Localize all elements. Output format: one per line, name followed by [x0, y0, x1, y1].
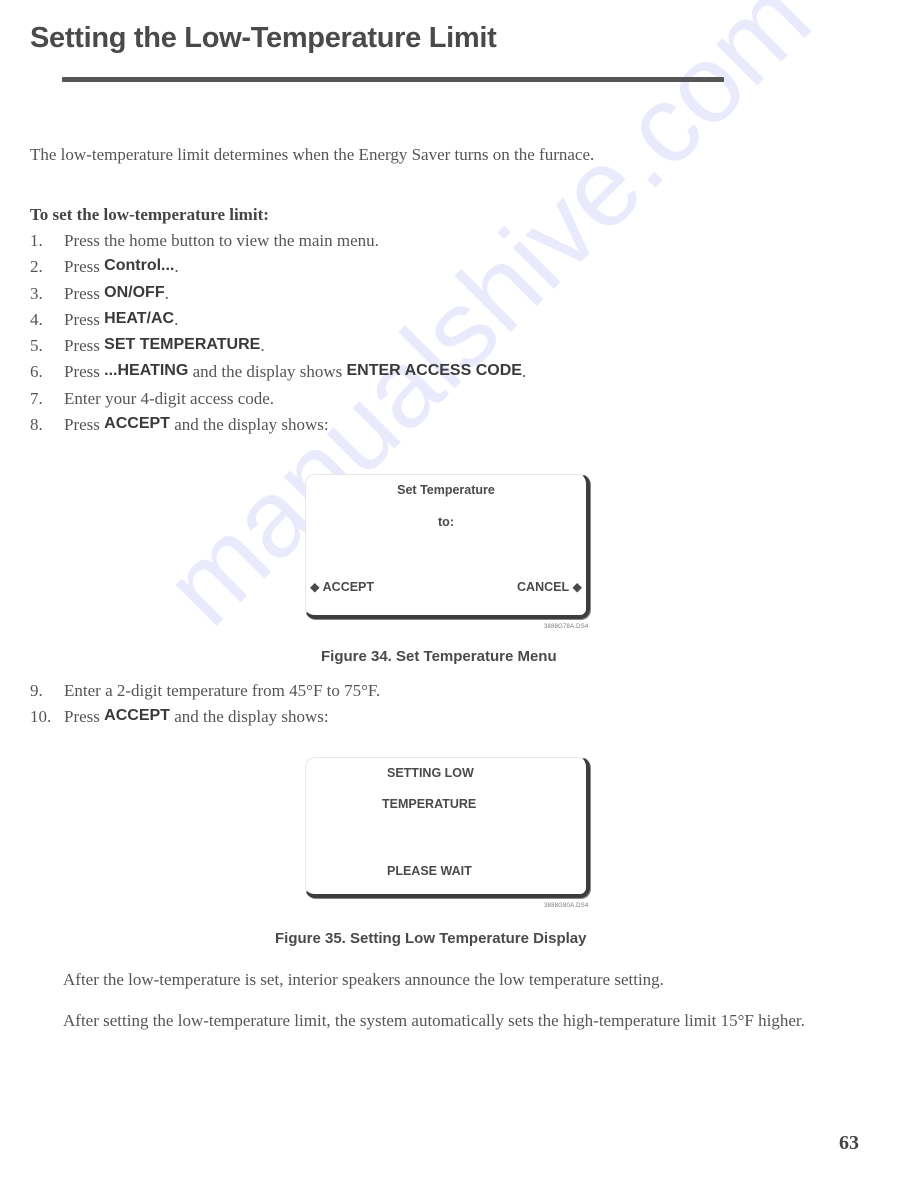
- step-item: 4. Press HEAT/AC.: [30, 310, 526, 336]
- steps-list-continued: 9. Enter a 2-digit temperature from 45°F …: [30, 681, 380, 734]
- step-keyword: ...HEATING: [104, 362, 189, 380]
- step-number: 4.: [30, 309, 43, 329]
- step-number: 3.: [30, 283, 43, 303]
- display-line-2: TEMPERATURE: [382, 797, 477, 811]
- figure-code: 3888G80A.DS4: [544, 903, 589, 909]
- accept-softkey: ◆ ACCEPT: [310, 579, 374, 594]
- step-text: Enter a 2-digit temperature from 45°F to…: [64, 681, 381, 700]
- step-number: 9.: [30, 681, 43, 700]
- step-number: 7.: [30, 388, 43, 408]
- paragraph-announce: After the low-temperature is set, interi…: [63, 970, 664, 989]
- step-keyword: HEAT/AC: [104, 309, 175, 327]
- figure-35-caption: Figure 35. Setting Low Temperature Displ…: [275, 930, 587, 947]
- page-title: Setting the Low-Temperature Limit: [30, 22, 497, 54]
- paragraph-high-limit: After setting the low-temperature limit,…: [63, 1011, 805, 1030]
- step-text: Enter your 4-digit access code.: [64, 388, 275, 408]
- setting-low-temperature-display: SETTING LOW TEMPERATURE PLEASE WAIT: [305, 757, 590, 898]
- step-keyword: ENTER ACCESS CODE: [346, 362, 522, 380]
- step-text: Press: [64, 415, 100, 435]
- diamond-icon: ◆: [572, 580, 582, 594]
- diamond-icon: ◆: [310, 580, 320, 594]
- step-item: 1. Press the home button to view the main…: [30, 231, 526, 257]
- step-text: Press: [64, 362, 100, 382]
- step-item: 8. Press ACCEPT and the display shows:: [30, 415, 526, 441]
- step-item: 7. Enter your 4-digit access code.: [30, 389, 526, 415]
- step-text: Press: [64, 257, 100, 277]
- step-number: 10.: [30, 707, 52, 727]
- step-item: 3. Press ON/OFF.: [30, 284, 526, 310]
- step-number: 2.: [30, 257, 43, 277]
- display-line-3: PLEASE WAIT: [387, 864, 472, 878]
- step-text: Press: [64, 283, 100, 303]
- step-text: Press: [64, 336, 100, 356]
- step-number: 1.: [30, 231, 43, 250]
- step-text: Press: [64, 309, 100, 329]
- step-keyword: ACCEPT: [104, 707, 170, 725]
- step-text: Press: [64, 707, 100, 727]
- display-line-1: SETTING LOW: [387, 766, 474, 780]
- step-text: Press the home button to view the main m…: [64, 231, 379, 250]
- intro-paragraph: The low-temperature limit determines whe…: [30, 145, 595, 164]
- step-item: 6. Press ...HEATING and the display shows…: [30, 362, 526, 388]
- step-keyword: Control...: [104, 257, 175, 275]
- step-text: .: [164, 283, 169, 303]
- step-text: and the display shows:: [169, 415, 329, 435]
- procedure-heading: To set the low-temperature limit:: [30, 205, 269, 224]
- step-keyword: SET TEMPERATURE: [104, 336, 261, 354]
- step-item: 10. Press ACCEPT and the display shows:: [30, 707, 380, 733]
- cancel-softkey: CANCEL ◆: [517, 579, 582, 594]
- figure-code: 3888G78A.DS4: [544, 624, 589, 630]
- title-rule: [62, 77, 724, 82]
- set-temperature-display: Set Temperature to: ◆ ACCEPT CANCEL ◆: [305, 474, 590, 619]
- display-line-2: to:: [438, 515, 454, 529]
- step-number: 6.: [30, 362, 43, 382]
- steps-list: 1. Press the home button to view the main…: [30, 231, 526, 441]
- step-text: .: [260, 336, 265, 356]
- step-number: 8.: [30, 415, 43, 435]
- page-number: 63: [839, 1132, 859, 1154]
- step-text: .: [521, 362, 527, 382]
- step-keyword: ON/OFF: [104, 283, 165, 301]
- step-text: and the display shows:: [169, 707, 329, 727]
- step-item: 9. Enter a 2-digit temperature from 45°F …: [30, 681, 380, 707]
- step-keyword: ACCEPT: [104, 415, 170, 433]
- step-text: .: [174, 309, 179, 329]
- step-text: and the display shows: [188, 362, 347, 382]
- step-number: 5.: [30, 336, 43, 356]
- step-text: .: [174, 257, 179, 277]
- step-item: 2. Press Control....: [30, 257, 526, 283]
- figure-34-caption: Figure 34. Set Temperature Menu: [321, 648, 557, 665]
- display-line-1: Set Temperature: [397, 483, 495, 497]
- cancel-softkey-label: CANCEL: [517, 580, 569, 594]
- step-item: 5. Press SET TEMPERATURE.: [30, 336, 526, 362]
- accept-softkey-label: ACCEPT: [322, 580, 375, 594]
